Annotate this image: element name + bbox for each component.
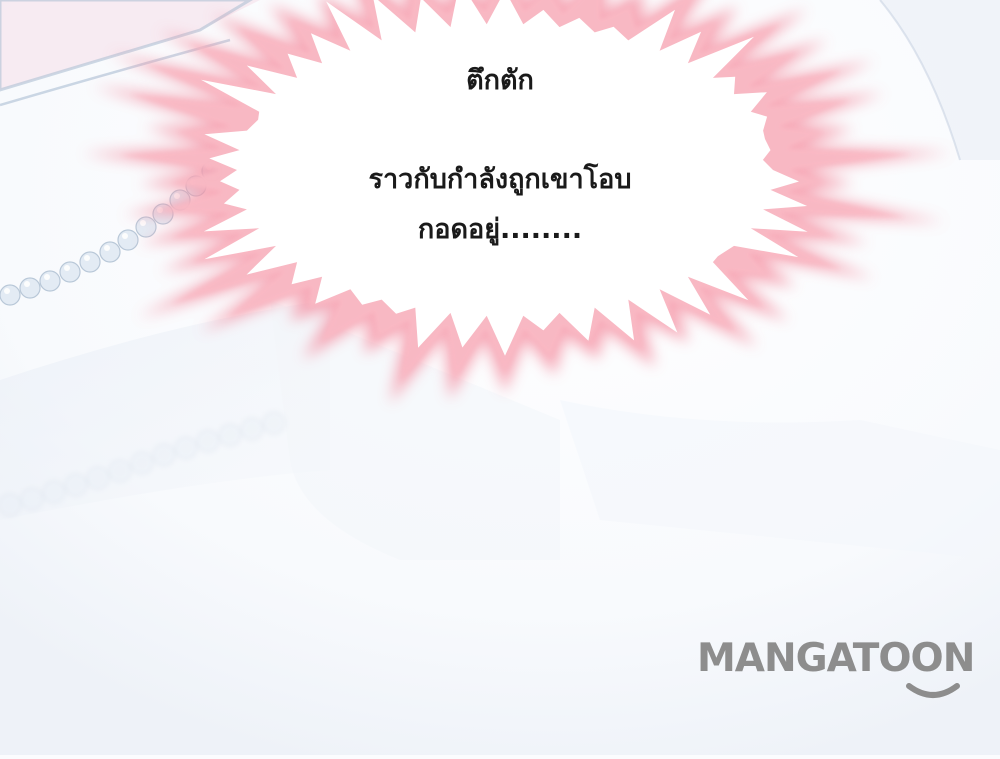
narration-line-2: กอดอยู่........	[417, 214, 583, 245]
smile-icon	[906, 683, 960, 698]
mangatoon-watermark: MANGATOON	[697, 636, 1000, 706]
manga-panel: ตึกตัก ราวกับกำลังถูกเขาโอบ กอดอยู่.....…	[0, 0, 1000, 755]
narration-line-1: ราวกับกำลังถูกเขาโอบ	[368, 164, 632, 195]
sound-effect-text: ตึกตัก	[466, 65, 534, 96]
